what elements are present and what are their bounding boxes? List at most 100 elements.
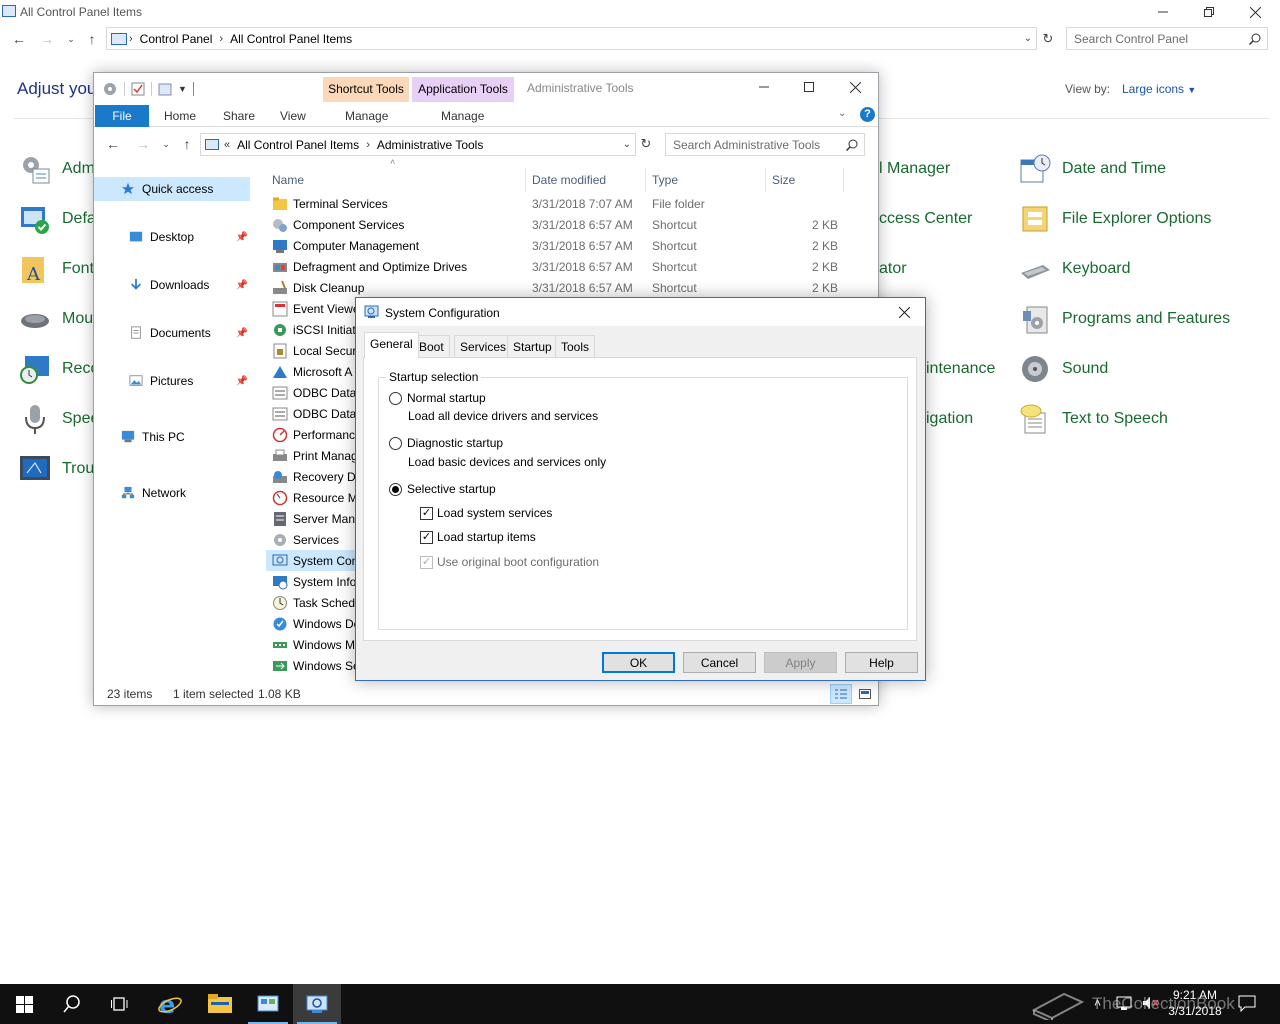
file-row[interactable]: Computer Management 3/31/2018 6:57 AM Shor…	[266, 235, 878, 256]
control-panel-address-bar[interactable]: › Control Panel › All Control Panel Item…	[106, 27, 1037, 50]
chevron-down-icon[interactable]: ⌄	[1024, 33, 1032, 44]
control-panel-search-input[interactable]: Search Control Panel	[1066, 27, 1268, 50]
system-config-taskbar-button[interactable]	[293, 984, 341, 1024]
file-explorer-button[interactable]	[196, 984, 244, 1024]
tab-home[interactable]: Home	[153, 105, 207, 127]
apply-button[interactable]: Apply	[764, 652, 837, 673]
refresh-icon[interactable]: ↻	[635, 133, 657, 155]
forward-button[interactable]: →	[36, 28, 58, 50]
close-button[interactable]	[1232, 0, 1278, 24]
tab-view[interactable]: View	[269, 105, 317, 127]
explorer-address-bar[interactable]: « All Control Panel Items › Administrati…	[200, 133, 636, 156]
notifications-icon[interactable]	[1238, 994, 1256, 1012]
cp-item-navigation[interactable]: igation	[926, 399, 973, 439]
tab-services[interactable]: Services	[454, 335, 513, 357]
close-button[interactable]	[832, 75, 878, 99]
selective-startup-radio[interactable]: Selective startup	[389, 482, 496, 496]
new-folder-icon[interactable]	[158, 82, 172, 96]
breadcrumb-administrative-tools[interactable]: Administrative Tools	[377, 138, 484, 152]
nav-item-downloads[interactable]: Downloads 📌	[94, 273, 250, 297]
column-header-size[interactable]: Size	[772, 168, 844, 192]
up-button[interactable]: ↑	[176, 133, 198, 155]
refresh-icon[interactable]: ↻	[1037, 28, 1059, 50]
pin-icon[interactable]: 📌	[236, 280, 248, 291]
properties-icon[interactable]	[131, 82, 145, 96]
tab-application-manage[interactable]: Manage	[430, 105, 495, 127]
cp-item-file-explorer-options[interactable]: File Explorer Options	[1019, 199, 1211, 239]
up-button[interactable]: ↑	[81, 28, 103, 50]
file-row[interactable]: Component Services 3/31/2018 6:57 AM Short…	[266, 214, 878, 235]
cp-item-mouse[interactable]: Mou	[19, 299, 93, 339]
cp-item-credential-manager[interactable]: l Manager	[879, 149, 950, 189]
tab-share[interactable]: Share	[212, 105, 266, 127]
maximize-button[interactable]	[786, 75, 832, 99]
help-button[interactable]: Help	[845, 652, 918, 673]
nav-item-this-pc[interactable]: This PC	[94, 425, 250, 449]
column-header-name[interactable]: Name	[272, 168, 526, 192]
breadcrumb-all-items[interactable]: All Control Panel Items	[230, 32, 352, 46]
view-by-dropdown[interactable]: Large icons ▼	[1122, 82, 1196, 96]
nav-item-desktop[interactable]: Desktop 📌	[94, 225, 250, 249]
pin-icon[interactable]: 📌	[236, 376, 248, 387]
cp-item-indicator[interactable]: ator	[879, 249, 907, 289]
customize-toolbar-icon[interactable]: ▼	[178, 84, 187, 94]
column-header-type[interactable]: Type	[652, 168, 766, 192]
cp-item-sound[interactable]: Sound	[1019, 349, 1108, 389]
cp-item-fonts[interactable]: A Font	[19, 249, 94, 289]
cp-item-ease-of-access-center[interactable]: ccess Center	[879, 199, 972, 239]
cp-item-text-to-speech[interactable]: Text to Speech	[1019, 399, 1168, 439]
load-startup-items-checkbox[interactable]: ✓ Load startup items	[420, 530, 536, 544]
nav-item-pictures[interactable]: Pictures 📌	[94, 369, 250, 393]
gears-icon[interactable]	[102, 81, 118, 97]
start-button[interactable]	[0, 984, 48, 1024]
cp-item-security-and-maintenance[interactable]: intenance	[926, 349, 995, 389]
close-button[interactable]	[884, 300, 924, 324]
back-button[interactable]: ←	[8, 28, 30, 50]
cp-item-default-programs[interactable]: Defa	[19, 199, 96, 239]
internet-explorer-button[interactable]: e	[146, 984, 194, 1024]
forward-button[interactable]: →	[132, 133, 154, 155]
expand-ribbon-icon[interactable]: ⌄	[838, 108, 846, 119]
cp-item-recovery[interactable]: Reco	[19, 349, 99, 389]
tab-general[interactable]: General	[364, 332, 419, 358]
control-panel-taskbar-button[interactable]	[244, 984, 292, 1024]
normal-startup-radio[interactable]: Normal startup	[389, 391, 486, 405]
minimize-button[interactable]	[741, 75, 787, 99]
breadcrumb-all-items[interactable]: All Control Panel Items	[237, 138, 359, 152]
cancel-button[interactable]: Cancel	[683, 652, 756, 673]
tab-shortcut-manage[interactable]: Manage	[334, 105, 399, 127]
recent-locations-button[interactable]: ⌄	[155, 133, 177, 155]
pin-icon[interactable]: 📌	[236, 328, 248, 339]
explorer-search-input[interactable]: Search Administrative Tools	[665, 133, 865, 156]
breadcrumb-overflow[interactable]: «	[224, 139, 230, 151]
cp-item-date-and-time[interactable]: Date and Time	[1019, 149, 1166, 189]
tab-tools[interactable]: Tools	[555, 335, 596, 357]
nav-item-quick-access[interactable]: Quick access	[94, 177, 250, 201]
diagnostic-startup-radio[interactable]: Diagnostic startup	[389, 436, 503, 450]
details-view-icon[interactable]	[830, 684, 852, 704]
task-view-button[interactable]	[96, 984, 144, 1024]
recent-locations-button[interactable]: ⌄	[60, 28, 82, 50]
chevron-down-icon[interactable]: ⌄	[623, 139, 631, 150]
file-row[interactable]: Disk Cleanup 3/31/2018 6:57 AM Shortcut 2 K…	[266, 277, 878, 298]
cp-item-keyboard[interactable]: Keyboard	[1019, 249, 1131, 289]
file-row[interactable]: Defragment and Optimize Drives 3/31/2018 …	[266, 256, 878, 277]
file-row[interactable]: Terminal Services 3/31/2018 7:07 AM File f…	[266, 193, 878, 214]
minimize-button[interactable]	[1140, 0, 1186, 24]
back-button[interactable]: ←	[102, 133, 124, 155]
tab-startup[interactable]: Startup	[507, 335, 558, 357]
search-button[interactable]	[48, 984, 96, 1024]
restore-button[interactable]	[1186, 0, 1232, 24]
cp-item-troubleshooting[interactable]: Trou	[19, 449, 94, 489]
tab-file[interactable]: File	[95, 105, 149, 127]
nav-item-documents[interactable]: Documents 📌	[94, 321, 250, 345]
cp-item-programs-and-features[interactable]: Programs and Features	[1019, 299, 1230, 339]
load-system-services-checkbox[interactable]: ✓ Load system services	[420, 506, 552, 520]
cp-item-speech-recognition[interactable]: Spee	[19, 399, 99, 439]
breadcrumb-control-panel[interactable]: Control Panel	[140, 32, 213, 46]
pin-icon[interactable]: 📌	[236, 232, 248, 243]
large-icons-view-icon[interactable]	[854, 684, 876, 704]
nav-item-network[interactable]: Network	[94, 481, 250, 505]
cp-item-administrative-tools[interactable]: Adm	[19, 149, 95, 189]
help-icon[interactable]: ?	[860, 107, 875, 122]
